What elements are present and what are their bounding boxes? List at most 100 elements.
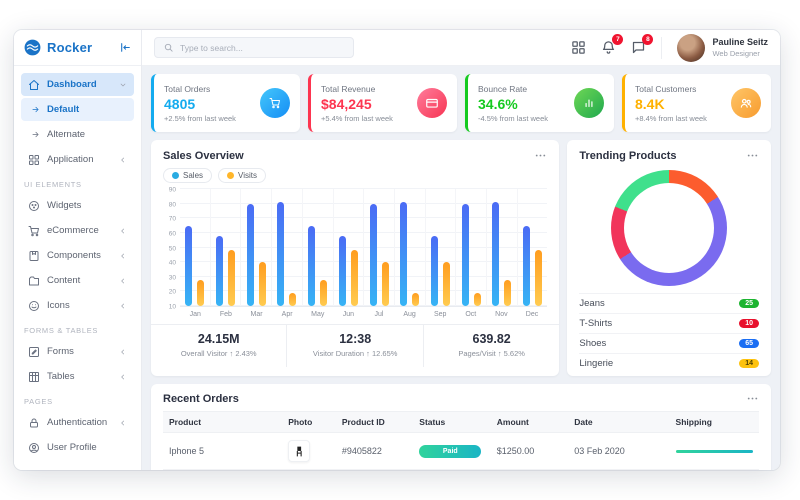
bar-sales-apr[interactable] xyxy=(277,202,284,306)
search-input[interactable] xyxy=(180,43,345,53)
stat-card-total-revenue: Total Revenue $84,245 +5.4% from last we… xyxy=(308,74,457,132)
x-tick-label: Jan xyxy=(180,311,211,318)
bar-sales-mar[interactable] xyxy=(247,204,254,306)
trending-item-jeans[interactable]: Jeans 25 xyxy=(579,293,759,313)
bar-visits-mar[interactable] xyxy=(259,262,266,306)
bar-visits-jan[interactable] xyxy=(197,280,204,306)
sidebar-item-ecommerce[interactable]: eCommerce xyxy=(21,219,134,242)
sales-overview-menu-icon[interactable] xyxy=(534,149,547,162)
bar-sales-may[interactable] xyxy=(308,226,315,306)
arrow-icon xyxy=(31,105,40,114)
sidebar-collapse-icon[interactable] xyxy=(119,41,132,54)
bar-visits-aug[interactable] xyxy=(412,293,419,306)
legend-item-sales[interactable]: Sales xyxy=(163,168,212,183)
stat-value: 4805 xyxy=(164,96,260,112)
recent-orders-card: Recent Orders ProductPhotoProduct IDStat… xyxy=(151,384,771,470)
bar-sales-jan[interactable] xyxy=(185,226,192,306)
y-tick-label: 40 xyxy=(169,260,176,267)
stat-label: Total Revenue xyxy=(321,84,417,94)
bar-visits-jun[interactable] xyxy=(351,250,358,306)
sidebar-item-tables[interactable]: Tables xyxy=(21,365,134,388)
sidebar-item-widgets[interactable]: Widgets xyxy=(21,194,134,217)
chart-x-axis: JanFebMarAprMayJunJulAugSepOctNovDec xyxy=(180,307,547,321)
bar-visits-apr[interactable] xyxy=(289,293,296,306)
bar-sales-dec[interactable] xyxy=(523,226,530,306)
trending-item-lingerie[interactable]: Lingerie 14 xyxy=(579,353,759,373)
chevron-left-icon xyxy=(119,156,127,164)
arrow-icon xyxy=(31,130,40,139)
sidebar-item-content[interactable]: Content xyxy=(21,269,134,292)
bar-sales-sep[interactable] xyxy=(431,236,438,306)
legend-item-visits[interactable]: Visits xyxy=(218,168,266,183)
chevron-left-icon xyxy=(119,348,127,356)
cell-date: 03 Feb 2020 xyxy=(568,433,669,470)
sidebar-item-dashboard[interactable]: Dashboard xyxy=(21,73,134,96)
sidebar-item-label: Widgets xyxy=(47,200,81,211)
sidebar-item-authentication[interactable]: Authentication xyxy=(21,411,134,434)
column-header-product-id[interactable]: Product ID xyxy=(336,412,413,433)
column-header-photo[interactable]: Photo xyxy=(282,412,336,433)
chart-y-axis: 102030405060708090 xyxy=(163,189,180,307)
x-tick-label: Aug xyxy=(394,311,425,318)
bar-sales-jun[interactable] xyxy=(339,236,346,306)
column-header-date[interactable]: Date xyxy=(568,412,669,433)
column-header-status[interactable]: Status xyxy=(413,412,490,433)
bar-visits-nov[interactable] xyxy=(504,280,511,306)
bar-visits-dec[interactable] xyxy=(535,250,542,306)
bar-sales-oct[interactable] xyxy=(462,204,469,306)
column-header-shipping[interactable]: Shipping xyxy=(670,412,759,433)
bar-sales-feb[interactable] xyxy=(216,236,223,306)
table-row[interactable]: Iphone 5 #9405822 Paid $1250.00 03 Feb 2… xyxy=(163,433,759,470)
bar-visits-feb[interactable] xyxy=(228,250,235,306)
apps-icon[interactable] xyxy=(571,40,586,55)
bar-visits-jul[interactable] xyxy=(382,262,389,306)
notifications-bell-icon[interactable]: 7 xyxy=(601,40,616,55)
cart-icon xyxy=(260,88,290,118)
sidebar-item-label: Alternate xyxy=(47,129,85,140)
stat-label: Total Orders xyxy=(164,84,260,94)
x-tick-label: Feb xyxy=(211,311,242,318)
donut-hole xyxy=(624,183,714,273)
bar-sales-nov[interactable] xyxy=(492,202,499,306)
footer-stat-label: Pages/Visit ↑ 5.62% xyxy=(428,349,555,358)
sidebar-item-alternate[interactable]: Alternate xyxy=(21,123,134,146)
bar-visits-may[interactable] xyxy=(320,280,327,306)
sidebar-item-label: Authentication xyxy=(47,417,107,428)
bar-sales-jul[interactable] xyxy=(370,204,377,306)
message-badge: 8 xyxy=(642,34,653,45)
user-menu[interactable]: Pauline Seitz Web Designer xyxy=(677,34,768,62)
chevron-left-icon xyxy=(119,302,127,310)
cell-photo xyxy=(282,433,336,470)
donut-chart xyxy=(611,170,727,286)
sidebar-item-components[interactable]: Components xyxy=(21,244,134,267)
sidebar-item-application[interactable]: Application xyxy=(21,148,134,171)
column-header-amount[interactable]: Amount xyxy=(491,412,568,433)
bar-visits-sep[interactable] xyxy=(443,262,450,306)
orders-table-header: ProductPhotoProduct IDStatusAmountDateSh… xyxy=(163,412,759,433)
legend-label: Sales xyxy=(183,171,203,180)
messages-chat-icon[interactable]: 8 xyxy=(631,40,646,55)
sidebar-item-user-profile[interactable]: User Profile xyxy=(21,436,134,459)
recent-orders-menu-icon[interactable] xyxy=(746,392,759,405)
column-header-product[interactable]: Product xyxy=(163,412,282,433)
sidebar: Rocker Dashboard Default Alternate Appli… xyxy=(14,30,142,470)
stat-value: 8.4K xyxy=(635,96,731,112)
forms-icon xyxy=(28,346,40,358)
sales-overview-card: Sales Overview Sales Visits 102030405060… xyxy=(151,140,559,376)
x-tick-label: Mar xyxy=(241,311,272,318)
bar-sales-aug[interactable] xyxy=(400,202,407,306)
sidebar-item-default[interactable]: Default xyxy=(21,98,134,121)
trending-item-shoes[interactable]: Shoes 65 xyxy=(579,333,759,353)
x-tick-label: Jul xyxy=(364,311,395,318)
trending-item-t-shirts[interactable]: T-Shirts 10 xyxy=(579,313,759,333)
sidebar-item-icons[interactable]: Icons xyxy=(21,294,134,317)
chevron-left-icon xyxy=(119,419,127,427)
search-box[interactable] xyxy=(154,37,354,58)
content-icon xyxy=(28,275,40,287)
trending-products-menu-icon[interactable] xyxy=(746,149,759,162)
bar-group-oct xyxy=(456,189,487,306)
product-photo[interactable] xyxy=(288,440,310,462)
sidebar-item-forms[interactable]: Forms xyxy=(21,340,134,363)
bar-visits-oct[interactable] xyxy=(474,293,481,306)
sidebar-section-pages: PAGES xyxy=(24,397,131,406)
